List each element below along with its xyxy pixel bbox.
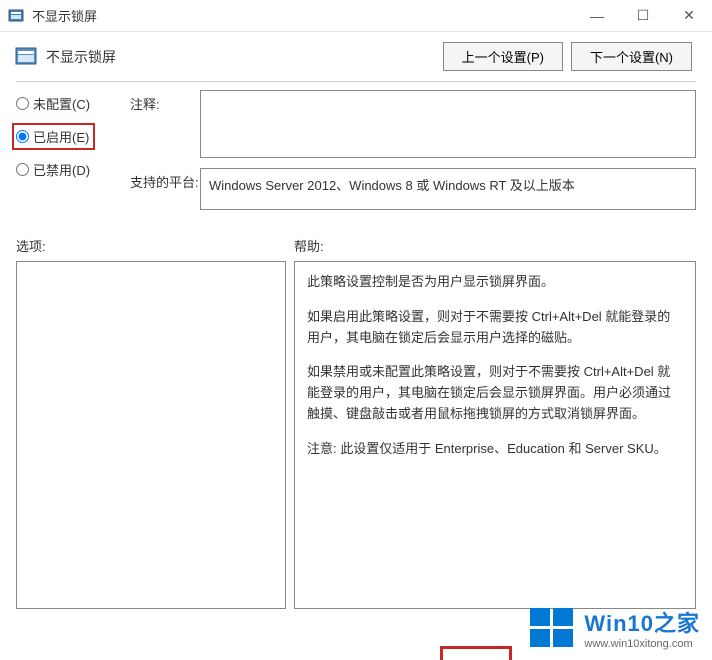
- separator: [16, 81, 696, 82]
- help-p1: 此策略设置控制是否为用户显示锁屏界面。: [307, 272, 683, 293]
- policy-title: 不显示锁屏: [46, 47, 443, 67]
- enabled-highlight: 已启用(E): [12, 123, 95, 150]
- bottom-highlight-box: [440, 646, 512, 660]
- help-label: 帮助:: [294, 236, 696, 255]
- radio-column: 未配置(C) 已启用(E) 已禁用(D): [16, 90, 116, 220]
- comment-textarea[interactable]: [200, 90, 696, 158]
- radio-enabled-input[interactable]: [16, 130, 29, 143]
- right-column: 注释: 支持的平台: Windows Server 2012、Windows 8…: [130, 90, 696, 220]
- app-icon: [8, 8, 24, 24]
- radio-not-configured-label: 未配置(C): [33, 94, 90, 113]
- config-area: 未配置(C) 已启用(E) 已禁用(D) 注释: 支持的平台: Windows …: [0, 90, 712, 220]
- comment-row: 注释:: [130, 90, 696, 158]
- window-title: 不显示锁屏: [32, 6, 574, 25]
- radio-disabled[interactable]: 已禁用(D): [16, 160, 116, 179]
- help-p3: 如果禁用或未配置此策略设置，则对于不需要按 Ctrl+Alt+Del 就能登录的…: [307, 362, 683, 424]
- window-controls: — ☐ ✕: [574, 0, 712, 32]
- help-p4: 注意: 此设置仅适用于 Enterprise、Education 和 Serve…: [307, 439, 683, 460]
- radio-not-configured[interactable]: 未配置(C): [16, 94, 116, 113]
- lower-labels: 选项: 帮助:: [0, 220, 712, 261]
- titlebar: 不显示锁屏 — ☐ ✕: [0, 0, 712, 32]
- comment-label: 注释:: [130, 90, 200, 158]
- minimize-button[interactable]: —: [574, 0, 620, 32]
- options-pane: [16, 261, 286, 609]
- radio-not-configured-input[interactable]: [16, 97, 29, 110]
- options-label: 选项:: [16, 236, 294, 255]
- header-row: 不显示锁屏 上一个设置(P) 下一个设置(N): [0, 32, 712, 77]
- help-p2: 如果启用此策略设置，则对于不需要按 Ctrl+Alt+Del 就能登录的用户，其…: [307, 307, 683, 349]
- close-button[interactable]: ✕: [666, 0, 712, 32]
- radio-disabled-input[interactable]: [16, 163, 29, 176]
- platform-row: 支持的平台: Windows Server 2012、Windows 8 或 W…: [130, 168, 696, 210]
- maximize-button[interactable]: ☐: [620, 0, 666, 32]
- platform-value: Windows Server 2012、Windows 8 或 Windows …: [200, 168, 696, 210]
- prev-setting-button[interactable]: 上一个设置(P): [443, 42, 563, 71]
- next-setting-button[interactable]: 下一个设置(N): [571, 42, 692, 71]
- lower-panes: 此策略设置控制是否为用户显示锁屏界面。 如果启用此策略设置，则对于不需要按 Ct…: [0, 261, 712, 609]
- watermark-url: www.win10xitong.com: [584, 638, 700, 650]
- watermark-text: Win10之家 www.win10xitong.com: [584, 606, 700, 650]
- platform-label: 支持的平台:: [130, 168, 200, 210]
- radio-enabled-label: 已启用(E): [33, 127, 89, 146]
- windows-logo-icon: [528, 604, 576, 652]
- help-pane: 此策略设置控制是否为用户显示锁屏界面。 如果启用此策略设置，则对于不需要按 Ct…: [294, 261, 696, 609]
- watermark: Win10之家 www.win10xitong.com: [528, 604, 700, 652]
- radio-enabled[interactable]: 已启用(E): [16, 127, 89, 146]
- nav-buttons: 上一个设置(P) 下一个设置(N): [443, 42, 692, 71]
- policy-icon: [14, 45, 38, 69]
- radio-disabled-label: 已禁用(D): [33, 160, 90, 179]
- watermark-main: Win10之家: [584, 606, 700, 638]
